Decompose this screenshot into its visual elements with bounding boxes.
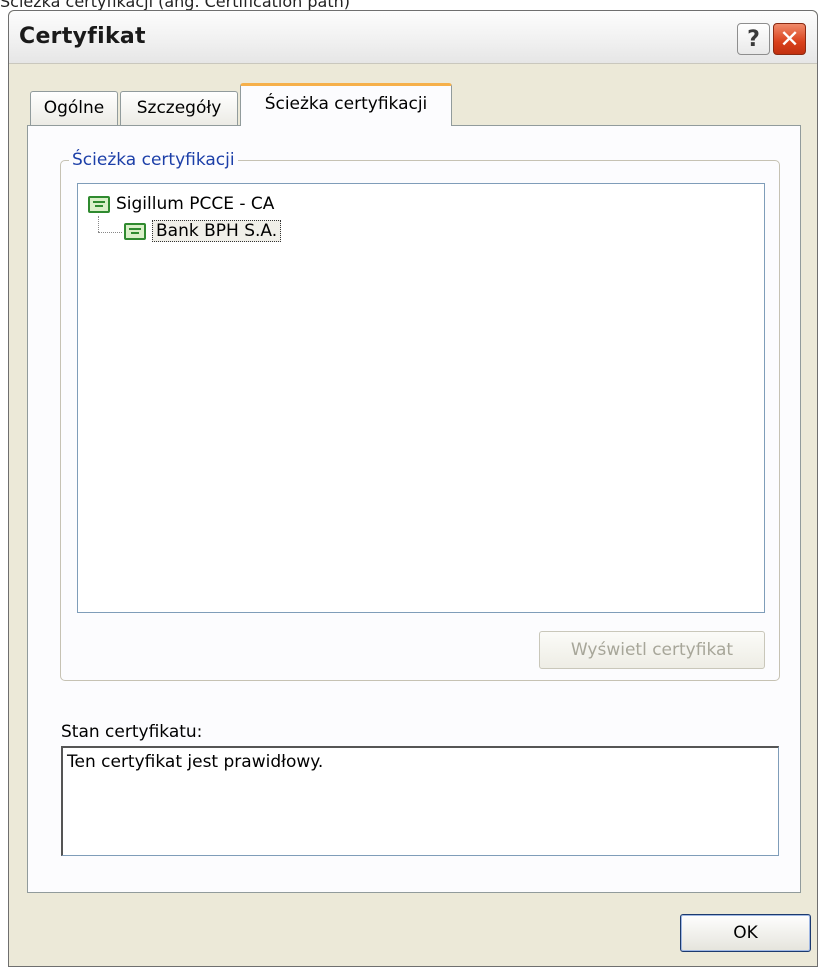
certificate-icon [124,222,146,240]
certificate-status-label: Stan certyfikatu: [61,722,203,742]
certificate-icon [88,195,110,213]
tree-node-selected-cert[interactable]: Bank BPH S.A. [124,220,282,242]
group-legend: Ścieżka certyfikacji [69,149,238,171]
certificate-status-box[interactable]: Ten certyfikat jest prawidłowy. [61,746,779,856]
close-icon: ✕ [779,25,800,53]
certificate-dialog: Certyfikat ? ✕ Ogólne Szczegóły Ścieżka … [8,10,818,967]
tab-certification-path[interactable]: Ścieżka certyfikacji [240,83,452,126]
tree-node-label: Sigillum PCCE - CA [116,194,275,214]
ok-button[interactable]: OK [680,914,811,952]
tree-connector-line [98,232,122,233]
tree-connector-line [98,216,99,232]
page-caption: Ścieżka certyfikacji (ang. Certification… [0,0,350,11]
title-bar: Certyfikat ? ✕ [9,11,817,64]
tree-node-label: Bank BPH S.A. [152,220,282,242]
tree-node-root-ca[interactable]: Sigillum PCCE - CA [88,194,274,214]
close-button[interactable]: ✕ [773,23,806,55]
help-button[interactable]: ? [737,23,770,55]
help-icon: ? [747,26,760,52]
window-title: Certyfikat [19,24,146,49]
tab-general[interactable]: Ogólne [30,91,118,125]
tab-panel: Ścieżka certyfikacji Sigillum PCCE - CA … [27,125,801,893]
view-certificate-button[interactable]: Wyświetl certyfikat [539,631,765,669]
certificate-status-text: Ten certyfikat jest prawidłowy. [67,752,324,772]
tab-details[interactable]: Szczegóły [120,91,238,125]
certification-tree[interactable]: Sigillum PCCE - CA Bank BPH S.A. [77,183,765,613]
certification-path-group: Ścieżka certyfikacji Sigillum PCCE - CA … [60,149,780,681]
